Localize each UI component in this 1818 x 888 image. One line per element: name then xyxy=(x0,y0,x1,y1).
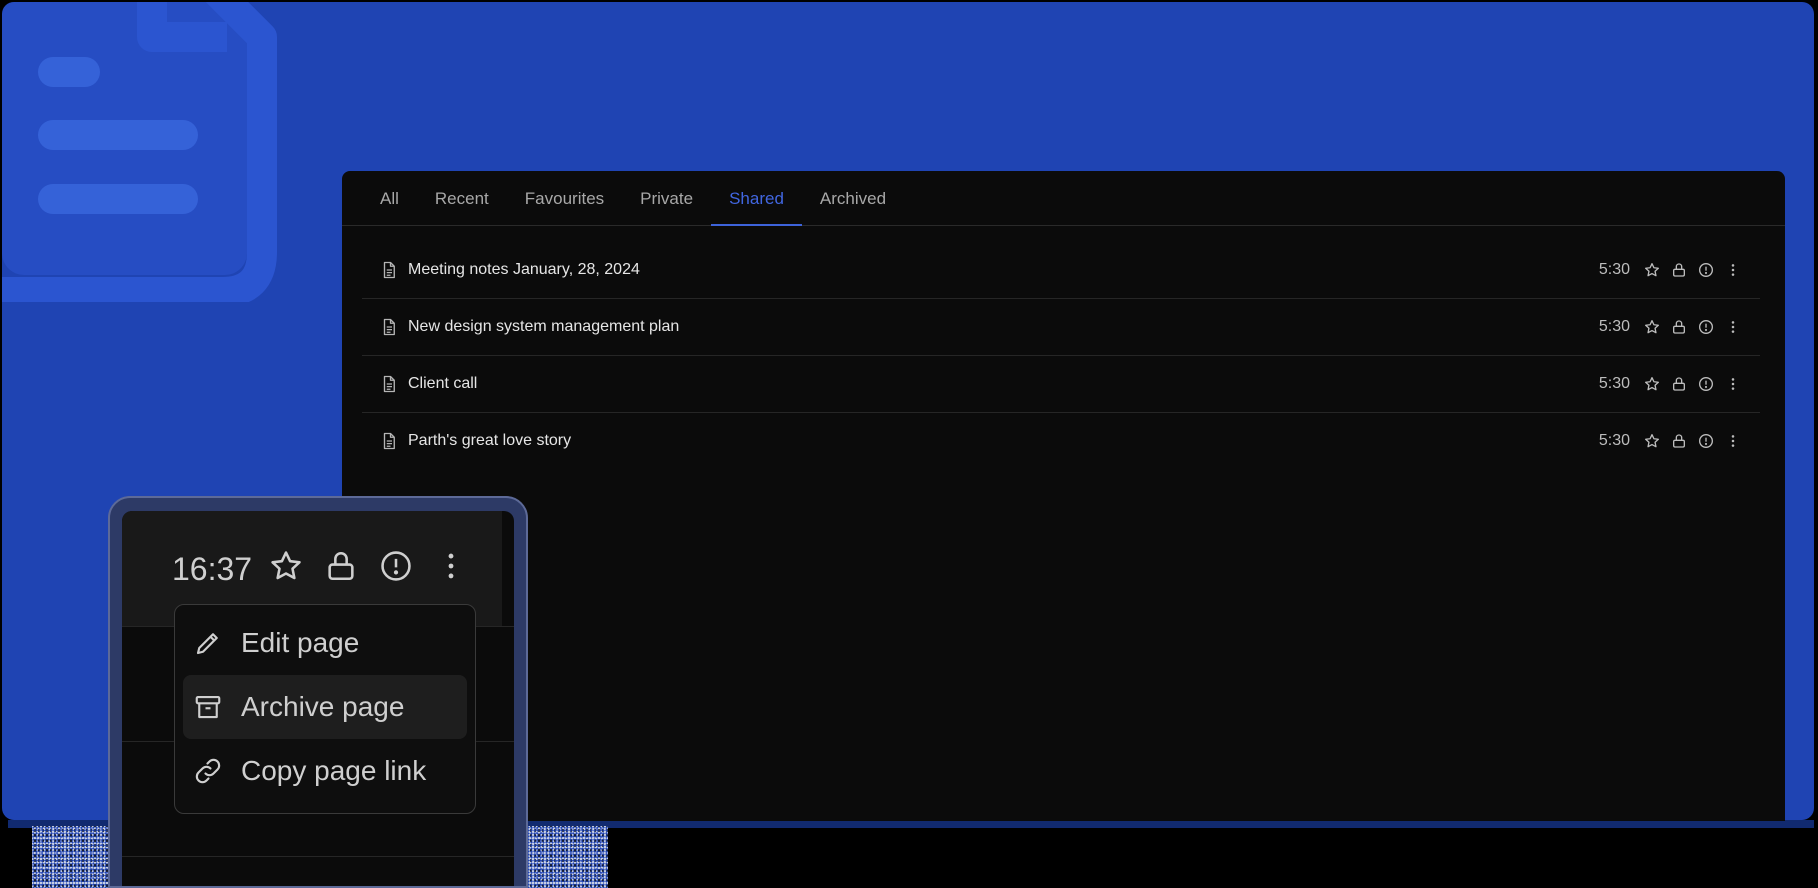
page-title: Meeting notes January, 28, 2024 xyxy=(408,261,640,278)
lock-icon[interactable] xyxy=(1665,431,1692,451)
tab-favourites[interactable]: Favourites xyxy=(507,171,622,225)
page-title: New design system management plan xyxy=(408,318,680,335)
archive-icon xyxy=(193,692,223,722)
lock-icon[interactable] xyxy=(1665,317,1692,337)
star-icon[interactable] xyxy=(1638,317,1665,337)
info-icon[interactable] xyxy=(378,548,414,584)
tab-private[interactable]: Private xyxy=(622,171,711,225)
info-icon[interactable] xyxy=(1692,431,1719,451)
tab-shared[interactable]: Shared xyxy=(711,171,802,226)
document-icon xyxy=(380,261,398,279)
link-icon xyxy=(193,756,223,786)
page-row[interactable]: New design system management plan 5:30 xyxy=(362,299,1760,356)
page-context-menu: Edit page Archive page Copy page link xyxy=(174,604,476,814)
page-row[interactable]: Parth's great love story 5:30 xyxy=(362,413,1760,469)
edit-page-menu-item[interactable]: Edit page xyxy=(183,611,467,675)
lock-icon[interactable] xyxy=(1665,374,1692,394)
lock-icon[interactable] xyxy=(1665,260,1692,280)
lock-icon[interactable] xyxy=(323,548,359,584)
divider xyxy=(122,856,514,857)
menu-item-label: Edit page xyxy=(241,627,360,658)
page-title: Client call xyxy=(408,375,478,392)
page-time: 5:30 xyxy=(1598,261,1630,278)
page-time: 5:30 xyxy=(1598,432,1630,449)
tab-bar: All Recent Favourites Private Shared Arc… xyxy=(342,171,1785,226)
more-icon[interactable] xyxy=(1719,317,1746,337)
more-icon[interactable] xyxy=(433,548,469,584)
document-icon xyxy=(380,432,398,450)
star-icon[interactable] xyxy=(1638,431,1665,451)
zoom-time: 16:37 xyxy=(172,551,253,587)
pages-panel: All Recent Favourites Private Shared Arc… xyxy=(342,171,1785,821)
star-icon[interactable] xyxy=(1638,374,1665,394)
info-icon[interactable] xyxy=(1692,317,1719,337)
star-icon[interactable] xyxy=(268,548,304,584)
tab-archived[interactable]: Archived xyxy=(802,171,904,225)
page-row[interactable]: Client call 5:30 xyxy=(362,356,1760,413)
more-icon[interactable] xyxy=(1719,374,1746,394)
copy-page-link-menu-item[interactable]: Copy page link xyxy=(183,739,467,803)
page-time: 5:30 xyxy=(1598,375,1630,392)
document-icon xyxy=(380,375,398,393)
info-icon[interactable] xyxy=(1692,374,1719,394)
pencil-icon xyxy=(193,628,223,658)
document-icon xyxy=(380,318,398,336)
menu-item-label: Archive page xyxy=(241,691,405,722)
page-list: Meeting notes January, 28, 2024 5:30 New… xyxy=(342,242,1785,469)
page-time: 5:30 xyxy=(1598,318,1630,335)
archive-page-menu-item[interactable]: Archive page xyxy=(183,675,467,739)
menu-item-label: Copy page link xyxy=(241,755,427,786)
page-title: Parth's great love story xyxy=(408,432,572,449)
page-row[interactable]: Meeting notes January, 28, 2024 5:30 xyxy=(362,242,1760,299)
info-icon[interactable] xyxy=(1692,260,1719,280)
tab-all[interactable]: All xyxy=(362,171,417,225)
more-icon[interactable] xyxy=(1719,431,1746,451)
document-illustration-icon xyxy=(2,2,277,302)
tab-recent[interactable]: Recent xyxy=(417,171,507,225)
star-icon[interactable] xyxy=(1638,260,1665,280)
more-icon[interactable] xyxy=(1719,260,1746,280)
